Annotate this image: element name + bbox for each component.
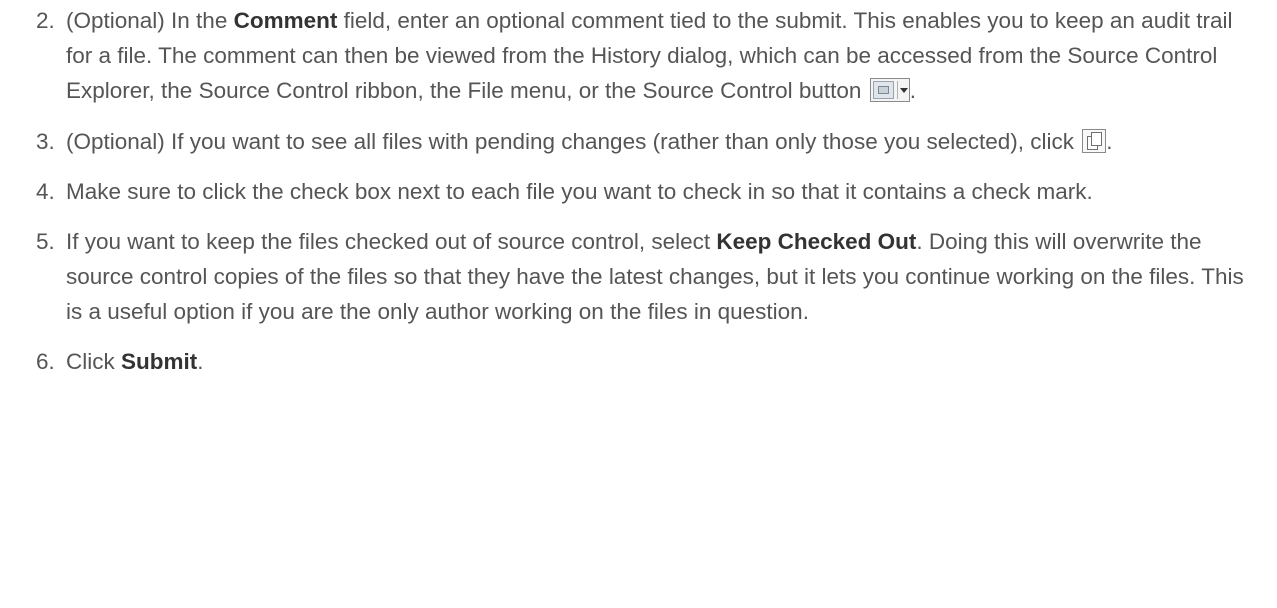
step-2: 2. (Optional) In the Comment field, ente…	[0, 3, 1277, 108]
comment-field-label: Comment	[233, 8, 338, 33]
source-control-dropdown-icon	[869, 78, 910, 102]
step-6: 6. Click Submit.	[0, 344, 1277, 379]
step-number: 2.	[36, 8, 55, 33]
step-3: 3. (Optional) If you want to see all fil…	[0, 124, 1277, 159]
step-number: 5.	[36, 229, 55, 254]
step-number: 3.	[36, 129, 55, 154]
step-number: 4.	[36, 179, 55, 204]
step-text: Make sure to click the check box next to…	[66, 179, 1093, 204]
step-text: Click	[66, 349, 121, 374]
show-all-pending-changes-icon	[1082, 129, 1107, 153]
step-4: 4. Make sure to click the check box next…	[0, 174, 1277, 209]
step-number: 6.	[36, 349, 55, 374]
step-text: .	[1106, 129, 1113, 154]
step-text: If you want to keep the files checked ou…	[66, 229, 717, 254]
step-text: (Optional) If you want to see all files …	[66, 129, 1081, 154]
step-text: (Optional) In the	[66, 8, 234, 33]
submit-label: Submit	[121, 349, 198, 374]
step-5: 5. If you want to keep the files checked…	[0, 224, 1277, 329]
step-text: .	[197, 349, 204, 374]
instruction-steps: 2. (Optional) In the Comment field, ente…	[0, 3, 1277, 379]
keep-checked-out-label: Keep Checked Out	[716, 229, 917, 254]
step-text: .	[909, 78, 916, 103]
